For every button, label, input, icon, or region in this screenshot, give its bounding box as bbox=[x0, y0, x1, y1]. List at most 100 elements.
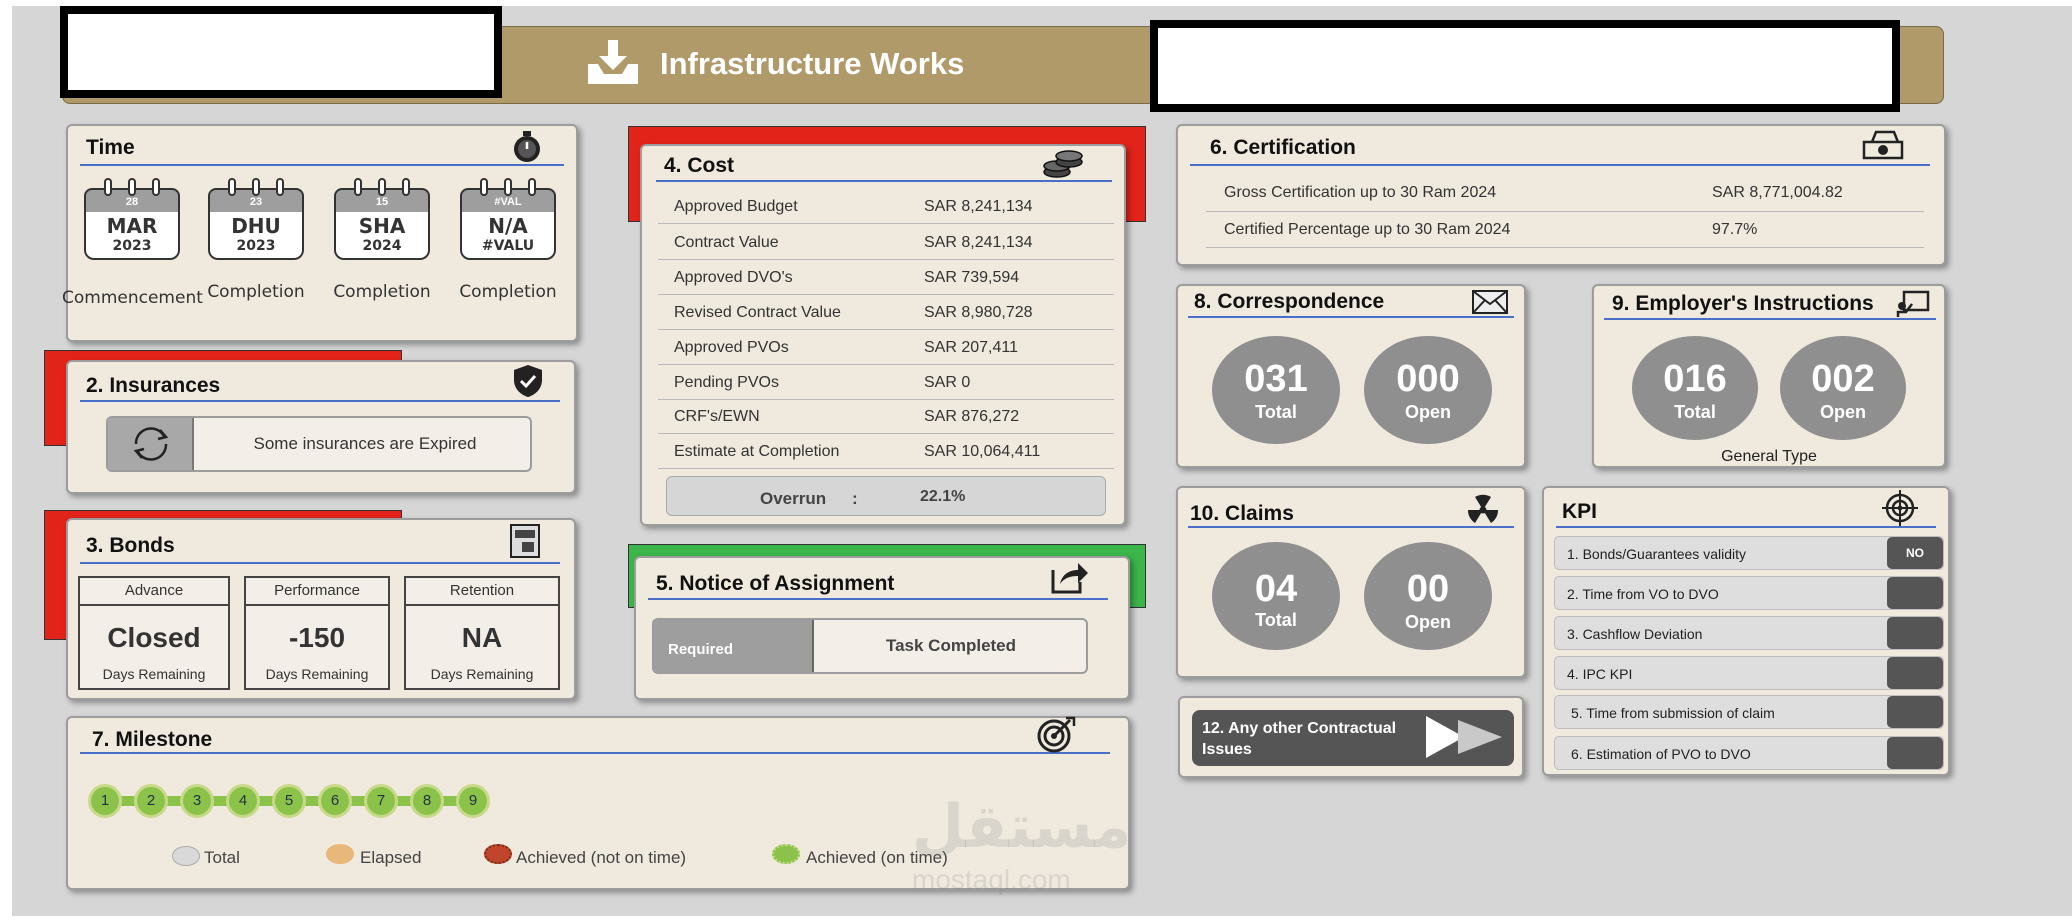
share-icon bbox=[1051, 563, 1088, 594]
cost-row: Approved DVO's SAR 739,594 bbox=[658, 261, 1114, 295]
notice-status-text: Task Completed bbox=[885, 636, 1017, 655]
cost-row: Revised Contract Value SAR 8,980,728 bbox=[658, 296, 1114, 330]
insurances-title: 2. Insurances bbox=[86, 374, 221, 397]
calendar-ring bbox=[504, 178, 512, 196]
kpi-label: 6. Estimation of PVO to DVO bbox=[1571, 746, 1751, 762]
milestone-dot: 6 bbox=[318, 784, 352, 818]
legend-label: Elapsed bbox=[360, 848, 422, 867]
cost-label: Pending PVOs bbox=[674, 374, 779, 391]
document-icon bbox=[510, 524, 540, 558]
calendar-ring bbox=[378, 178, 386, 196]
notice-title: 5. Notice of Assignment bbox=[656, 572, 895, 595]
count-label: Total bbox=[1674, 402, 1716, 422]
logo-placeholder-left bbox=[60, 6, 502, 98]
cost-label: CRF's/EWN bbox=[674, 408, 760, 425]
milestone-title: 7. Milestone bbox=[92, 728, 213, 751]
legend-swatch-late bbox=[484, 844, 512, 864]
milestone-dot: 5 bbox=[272, 784, 306, 818]
cost-row: CRF's/EWN SAR 876,272 bbox=[658, 400, 1114, 434]
cost-row: Approved Budget SAR 8,241,134 bbox=[658, 190, 1114, 224]
kpi-status-badge bbox=[1887, 737, 1943, 769]
legend-swatch-total bbox=[172, 846, 200, 866]
bond-header: Retention bbox=[406, 578, 558, 606]
cost-label: Estimate at Completion bbox=[674, 443, 840, 460]
cost-value: SAR 739,594 bbox=[924, 269, 1020, 286]
insurance-status-text: Some insurances are Expired bbox=[253, 434, 477, 453]
bond-value: Closed bbox=[107, 622, 201, 653]
time-title-rule bbox=[80, 164, 564, 166]
calendar-month: DHU bbox=[231, 214, 281, 238]
bond-advance: Advance Closed Days Remaining bbox=[78, 576, 230, 690]
bond-days-label: Days Remaining bbox=[265, 666, 369, 682]
shield-icon bbox=[514, 365, 542, 397]
calendar-month: MAR bbox=[106, 214, 158, 238]
calendar-ring bbox=[528, 178, 536, 196]
milestone-dot: 4 bbox=[226, 784, 260, 818]
kpi-row: 3. Cashflow Deviation bbox=[1554, 616, 1944, 650]
cost-value: SAR 0 bbox=[924, 374, 971, 391]
bond-header: Advance bbox=[80, 578, 228, 606]
kpi-row: 2. Time from VO to DVO bbox=[1554, 576, 1944, 610]
fast-forward-icon[interactable] bbox=[1424, 714, 1506, 760]
overrun-label: Overrun bbox=[760, 489, 827, 508]
milestone-dot: 9 bbox=[456, 784, 490, 818]
employer-title-rule bbox=[1604, 318, 1936, 320]
kpi-label: 3. Cashflow Deviation bbox=[1567, 626, 1703, 642]
cost-row: Approved PVOs SAR 207,411 bbox=[658, 331, 1114, 365]
calendar-day: #VAL bbox=[494, 196, 522, 208]
count-label: Total bbox=[1255, 402, 1297, 422]
calendar-ring bbox=[252, 178, 260, 196]
bond-retention: Retention NA Days Remaining bbox=[404, 576, 560, 690]
target-arrow-icon bbox=[1037, 716, 1076, 753]
milestone-dot: 1 bbox=[88, 784, 122, 818]
calendar-caption: Commencement bbox=[62, 288, 203, 308]
calendar-year: #VALU bbox=[481, 238, 535, 254]
cost-value: SAR 8,980,728 bbox=[924, 304, 1033, 321]
claims-title: 10. Claims bbox=[1190, 502, 1294, 525]
cert-value: SAR 8,771,004.82 bbox=[1712, 184, 1843, 201]
cert-label: Certified Percentage up to 30 Ram 2024 bbox=[1224, 221, 1511, 238]
count-value: 016 bbox=[1663, 358, 1727, 400]
claims-open: 00 Open bbox=[1364, 542, 1492, 650]
employer-total: 016 Total bbox=[1632, 336, 1758, 440]
cost-label: Contract Value bbox=[674, 234, 779, 251]
insurances-title-rule bbox=[80, 400, 560, 402]
bond-performance: Performance -150 Days Remaining bbox=[244, 576, 390, 690]
envelope-icon bbox=[1472, 290, 1508, 314]
calendar-commencement: 28 MAR 2023 bbox=[84, 178, 180, 260]
notice-title-rule bbox=[648, 598, 1108, 600]
kpi-label: 4. IPC KPI bbox=[1567, 666, 1633, 682]
calendar-ring bbox=[276, 178, 284, 196]
count-value: 04 bbox=[1254, 568, 1298, 610]
correspondence-title: 8. Correspondence bbox=[1194, 290, 1385, 313]
kpi-row: 4. IPC KPI bbox=[1554, 656, 1944, 690]
legend-swatch-elapsed bbox=[326, 844, 354, 864]
cost-value: SAR 8,241,134 bbox=[924, 198, 1033, 215]
calendar-caption: Completion bbox=[459, 282, 557, 302]
calendar-day: 28 bbox=[125, 196, 139, 208]
milestone-title-rule bbox=[80, 752, 1110, 754]
employer-open: 002 Open bbox=[1780, 336, 1906, 440]
cert-label: Gross Certification up to 30 Ram 2024 bbox=[1224, 184, 1497, 201]
employer-footer: General Type bbox=[1721, 448, 1817, 465]
milestone-dot: 3 bbox=[180, 784, 214, 818]
bond-value: -150 bbox=[288, 622, 346, 653]
kpi-status-badge bbox=[1887, 577, 1943, 609]
calendar-ring bbox=[152, 178, 160, 196]
count-label: Open bbox=[1819, 402, 1866, 422]
milestone-dot: 2 bbox=[134, 784, 168, 818]
certification-title-rule bbox=[1190, 164, 1930, 166]
calendar-month: SHA bbox=[358, 214, 406, 238]
calendar-completion-3: #VAL N/A #VALU bbox=[460, 178, 556, 260]
cert-value: 97.7% bbox=[1712, 221, 1758, 238]
legend-swatch-ontime bbox=[772, 844, 800, 864]
kpi-status-badge bbox=[1887, 617, 1943, 649]
milestone-dot: 7 bbox=[364, 784, 398, 818]
kpi-label: 5. Time from submission of claim bbox=[1571, 705, 1775, 721]
coins-icon bbox=[1043, 150, 1083, 178]
radiation-icon bbox=[1467, 494, 1499, 523]
refresh-icon bbox=[133, 427, 169, 461]
issues-button-label[interactable]: 12. Any other Contractual Issues bbox=[1202, 718, 1412, 760]
cost-value: SAR 207,411 bbox=[924, 339, 1018, 356]
kpi-status-badge: NO bbox=[1887, 537, 1943, 569]
